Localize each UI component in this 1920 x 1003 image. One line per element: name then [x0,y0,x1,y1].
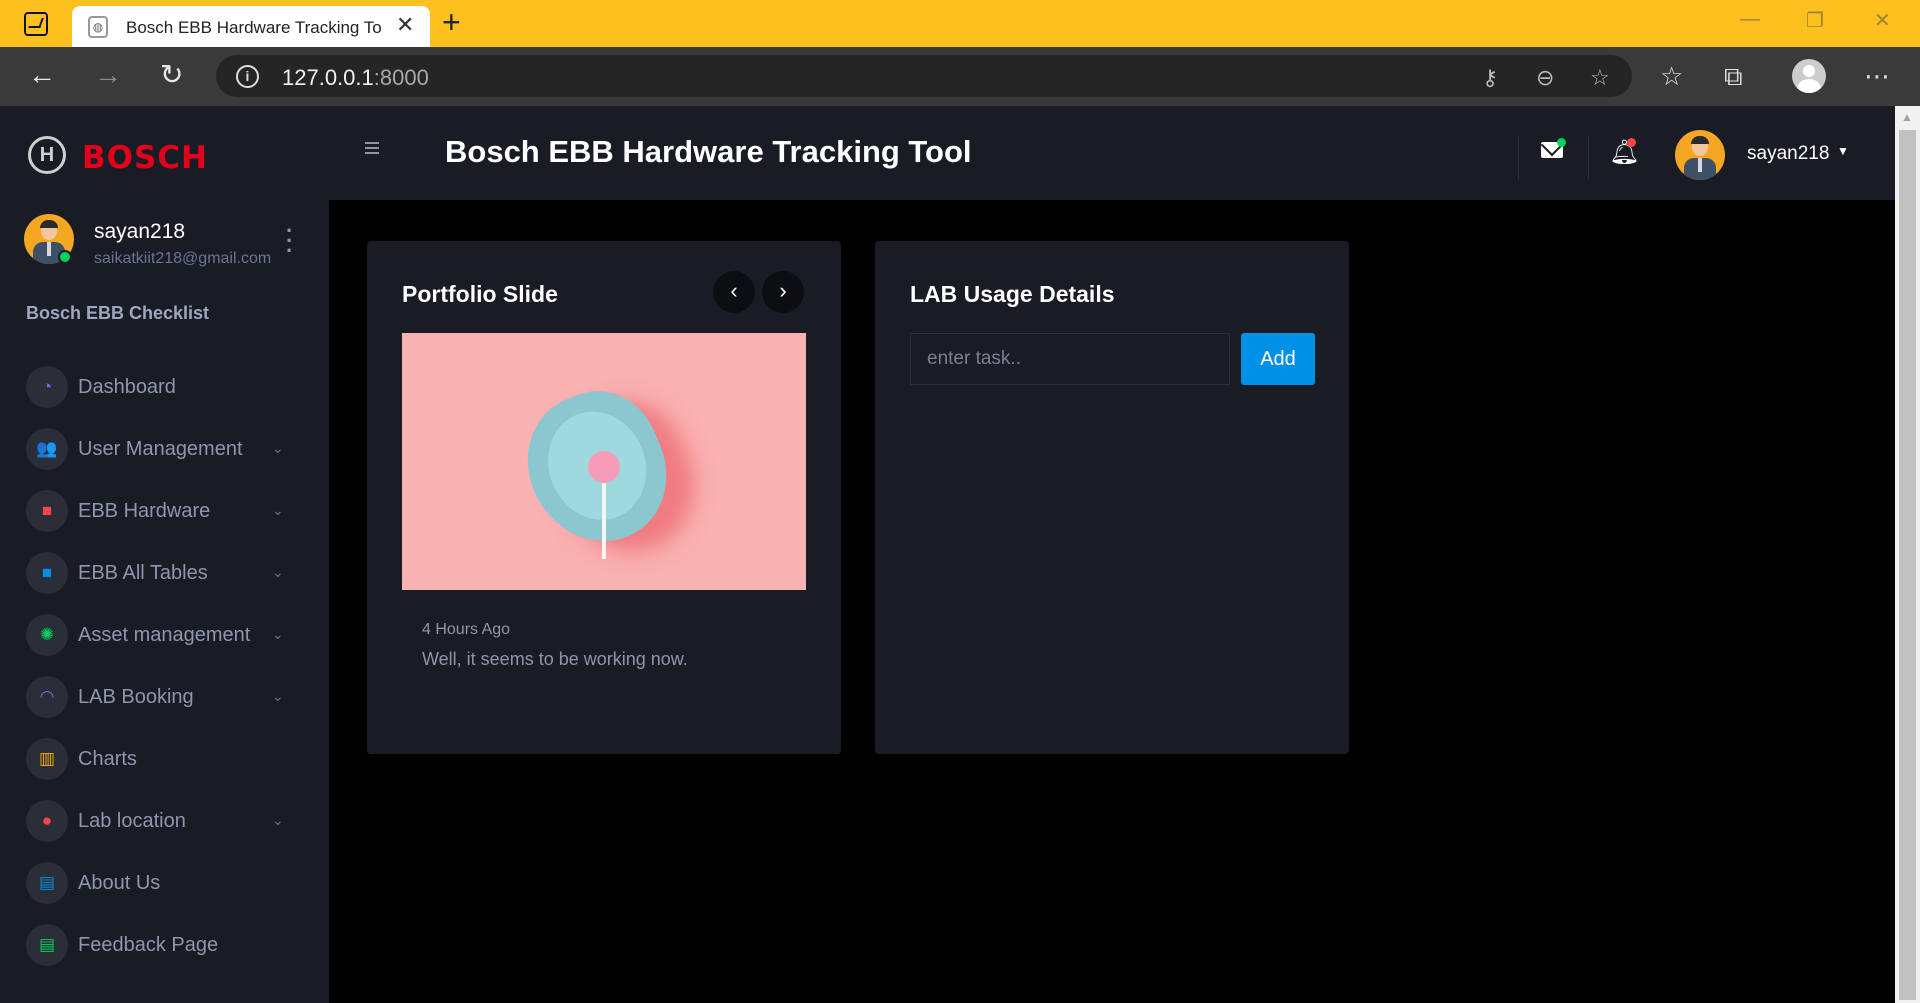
sidebar-profile: sayan218 saikatkiit218@gmail.com · · · [24,214,314,274]
folder-icon: ■ [26,552,68,594]
browser-tab-strip: ◍ Bosch EBB Hardware Tracking To ✕ + — ❐… [0,0,1920,47]
scrollbar-thumb[interactable] [1899,130,1916,1000]
add-task-button[interactable]: Add [1241,333,1315,385]
sidebar-item-lab-booking[interactable]: ◠ LAB Booking ⌄ [0,666,329,728]
sidebar: BOSCH sayan218 saikatkiit218@gmail.com ·… [0,106,329,1003]
nav-section-label: Bosch EBB Checklist [26,303,210,323]
new-tab-icon[interactable]: + [442,4,461,41]
slide-caption: Well, it seems to be working now. [422,649,688,669]
document-icon: ▤ [26,862,68,904]
sidebar-item-ebb-hardware[interactable]: ■ EBB Hardware ⌄ [0,480,329,542]
sidebar-item-feedback-page[interactable]: ▤ Feedback Page [0,914,329,976]
scrollbar[interactable]: ▲ [1895,106,1920,1003]
restore-icon[interactable]: ❐ [1806,8,1824,33]
chevron-down-icon[interactable]: ⌄ [272,626,284,643]
briefcase-icon: ■ [26,490,68,532]
tab-close-icon[interactable]: ✕ [396,12,414,38]
sidebar-item-label: LAB Booking [78,686,194,708]
chevron-down-icon[interactable]: ⌄ [272,502,284,519]
sidebar-item-label: User Management [78,438,243,460]
divider [1588,136,1589,180]
collections-icon[interactable]: ⧉ [1724,61,1743,93]
slide-timestamp: 4 Hours Ago [422,621,511,638]
sidebar-nav: ◔ Dashboard 👥 User Management ⌄ ■ EBB Hardware… [0,356,329,976]
user-menu-name[interactable]: sayan218 [1747,143,1829,165]
sidebar-item-label: Feedback Page [78,934,219,956]
key-icon[interactable]: ⚷ [1482,65,1498,91]
notification-indicator-icon [1627,138,1636,147]
carousel-next-button[interactable]: › [762,271,804,313]
bosch-logo-icon [28,136,66,174]
document-icon: ▤ [26,924,68,966]
favicon-icon: ◍ [88,16,108,38]
sidebar-item-charts[interactable]: ▥ Charts [0,728,329,790]
brand-name: BOSCH [82,140,209,176]
browser-tab[interactable]: ◍ Bosch EBB Hardware Tracking To ✕ [72,6,430,47]
sidebar-item-label: Dashboard [78,376,176,398]
address-bar: ← → ↻ i 127.0.0.1:8000 ⚷ ⊖ ☆ ☆ ⧉ ⋯ [0,47,1920,106]
chevron-down-icon[interactable]: ⌄ [272,440,284,457]
task-input[interactable] [910,333,1230,385]
chip-icon: ✺ [26,614,68,656]
info-icon[interactable]: i [236,65,259,88]
lab-usage-card: LAB Usage Details Add [875,241,1349,754]
sidebar-item-lab-location[interactable]: ● Lab location ⌄ [0,790,329,852]
minimize-icon[interactable]: — [1740,8,1760,31]
divider [1518,136,1519,180]
chevron-down-icon[interactable]: ⌄ [272,812,284,829]
more-icon[interactable]: ⋯ [1864,61,1890,92]
rainbow-icon: ◠ [26,676,68,718]
sidebar-item-label: EBB All Tables [78,562,208,584]
tab-title: Bosch EBB Hardware Tracking To [126,18,382,37]
refresh-icon[interactable]: ↻ [160,61,183,89]
url-text: 127.0.0.1:8000 [282,65,429,90]
sidebar-item-label: About Us [78,872,161,894]
map-pin-icon: ● [26,800,68,842]
online-status-icon [58,250,72,264]
sidebar-item-about-us[interactable]: ▤ About Us [0,852,329,914]
speedometer-icon: ◔ [26,366,68,408]
menu-toggle-icon[interactable] [365,142,379,157]
sidebar-item-asset-management[interactable]: ✺ Asset management ⌄ [0,604,329,666]
sidebar-item-dashboard[interactable]: ◔ Dashboard [0,356,329,418]
profile-name: sayan218 [94,220,186,243]
chevron-down-icon[interactable]: ⌄ [272,564,284,581]
users-icon: 👥 [26,428,68,470]
top-navbar: Bosch EBB Hardware Tracking Tool 🔔︎ saya… [329,106,1895,200]
chart-icon: ▥ [26,738,68,780]
sidebar-item-label: Asset management [78,624,251,646]
favorites-icon[interactable]: ☆ [1660,61,1683,92]
card-title: Portfolio Slide [402,281,558,307]
carousel-prev-button[interactable]: ‹ [713,271,755,313]
forward-icon[interactable]: → [94,61,122,89]
scroll-up-icon[interactable]: ▲ [1901,110,1913,124]
user-avatar[interactable] [1675,130,1725,180]
add-favorite-icon[interactable]: ☆ [1590,65,1610,91]
close-window-icon[interactable]: ✕ [1874,8,1891,33]
sidebar-item-label: Lab location [78,810,186,832]
tab-actions-icon[interactable] [24,12,48,36]
slide-image [402,333,806,590]
back-icon[interactable]: ← [28,61,56,89]
zoom-out-icon[interactable]: ⊖ [1536,65,1554,91]
chevron-down-icon[interactable]: ⌄ [272,688,284,705]
card-title: LAB Usage Details [910,281,1115,307]
mail-indicator-icon [1557,138,1566,147]
page-title: Bosch EBB Hardware Tracking Tool [445,134,972,169]
caret-down-icon[interactable]: ▼ [1837,144,1849,158]
browser-profile-icon[interactable] [1792,59,1826,93]
sidebar-item-label: EBB Hardware [78,500,211,522]
profile-menu-icon[interactable]: · · · [286,220,293,262]
url-field[interactable]: i 127.0.0.1:8000 ⚷ ⊖ ☆ [216,55,1632,97]
avatar [1675,130,1725,180]
portfolio-card: Portfolio Slide ‹ › 4 Hours Ago Well, it… [367,241,841,754]
sidebar-item-ebb-all-tables[interactable]: ■ EBB All Tables ⌄ [0,542,329,604]
sidebar-item-label: Charts [78,748,137,770]
sidebar-item-user-management[interactable]: 👥 User Management ⌄ [0,418,329,480]
profile-email: saikatkiit218@gmail.com [94,250,272,267]
